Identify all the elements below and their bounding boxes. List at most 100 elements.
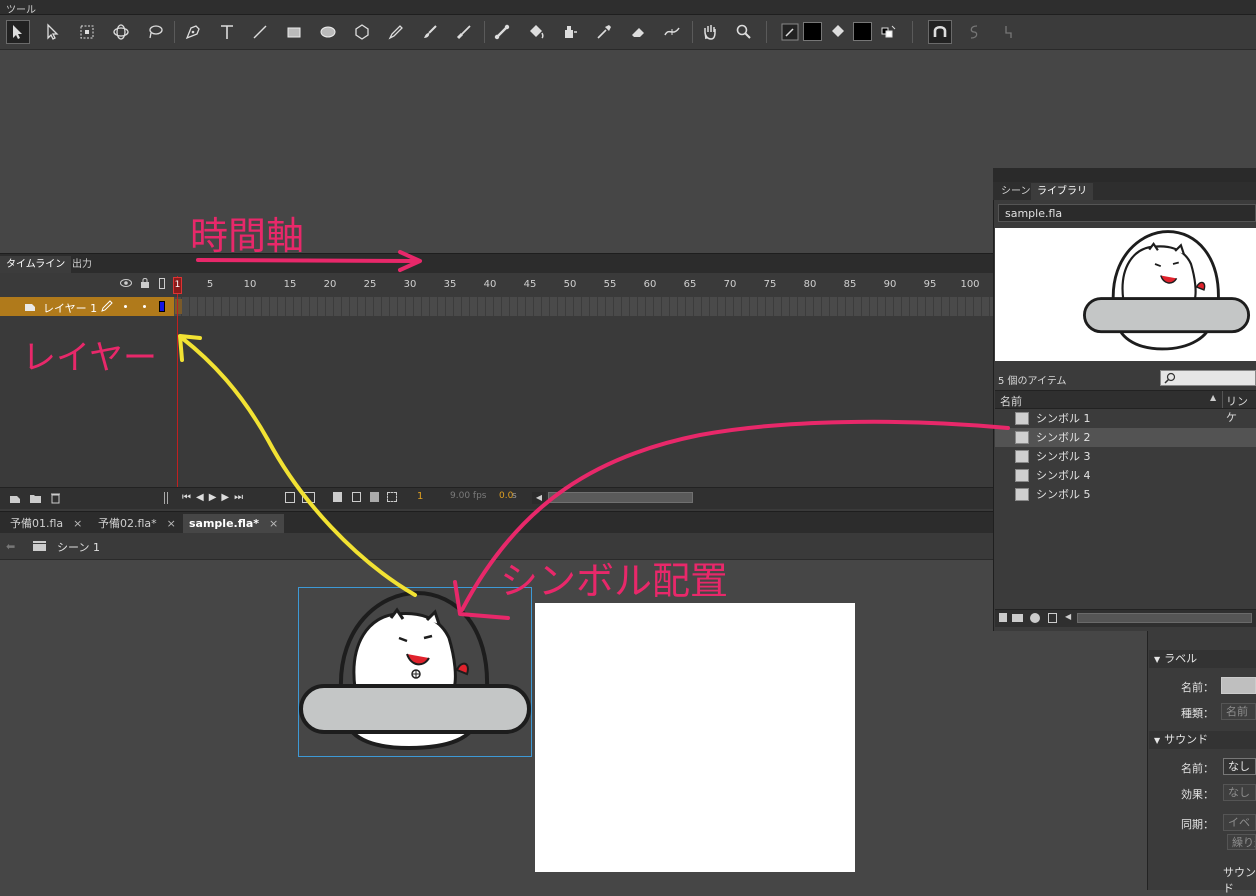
ruler-tick-label: 40 — [483, 279, 497, 290]
playhead[interactable]: 1 — [173, 277, 182, 294]
current-frame[interactable]: 1 — [417, 491, 423, 502]
properties-icon[interactable] — [1030, 613, 1040, 623]
straighten-icon[interactable] — [996, 20, 1020, 44]
sound-section-header[interactable]: ▼ サウンド — [1149, 731, 1256, 749]
doc-tab-label: 予備01.fla — [10, 517, 64, 530]
doc-tab-yobi02[interactable]: 予備02.fla* × — [92, 514, 182, 533]
playback-controls[interactable]: ⏮◀▶▶⏭ — [182, 492, 248, 503]
scroll-left-icon[interactable]: ◀ — [532, 492, 546, 504]
layer-outline-color[interactable] — [159, 301, 165, 312]
line-tool-icon[interactable] — [248, 20, 272, 44]
fill-color-icon[interactable] — [826, 20, 850, 44]
rectangle-tool-icon[interactable] — [282, 20, 306, 44]
doc-tab-sample[interactable]: sample.fla* × — [183, 514, 285, 533]
stage-canvas[interactable] — [535, 603, 855, 872]
new-symbol-icon[interactable] — [999, 613, 1007, 622]
scroll-left-icon[interactable]: ◀ — [1065, 612, 1071, 621]
text-tool-icon[interactable] — [215, 20, 239, 44]
pen-tool-icon[interactable] — [181, 20, 205, 44]
frames-row[interactable] — [174, 297, 993, 316]
library-file-select[interactable]: sample.fla — [998, 204, 1256, 222]
library-search-input[interactable] — [1160, 370, 1256, 386]
list-item[interactable]: シンボル 5 — [995, 485, 1256, 504]
tab-timeline[interactable]: タイムライン — [0, 256, 72, 273]
sound-name-select[interactable]: なし — [1223, 758, 1256, 775]
ruler-tick-label: 45 — [523, 279, 537, 290]
list-item[interactable]: シンボル 3 — [995, 447, 1256, 466]
modify-onion-markers-icon[interactable] — [387, 492, 397, 502]
polystar-tool-icon[interactable] — [350, 20, 374, 44]
onion-skin-icon[interactable] — [333, 492, 342, 502]
close-icon[interactable]: × — [269, 517, 278, 530]
swap-colors-icon[interactable] — [876, 20, 900, 44]
new-layer-icon[interactable] — [9, 493, 21, 507]
scene-label[interactable]: シーン 1 — [57, 539, 100, 555]
new-folder-icon[interactable] — [29, 493, 42, 507]
ink-bottle-tool-icon[interactable] — [558, 20, 582, 44]
free-transform-tool-icon[interactable] — [75, 20, 99, 44]
toolbar — [0, 15, 1256, 50]
layer-visible-dot[interactable] — [124, 305, 127, 308]
close-icon[interactable]: × — [73, 517, 82, 530]
edit-multiple-frames-icon[interactable] — [370, 492, 379, 502]
eraser-tool-icon[interactable] — [626, 20, 650, 44]
brush-tool-icon[interactable] — [418, 20, 442, 44]
sort-ascending-icon[interactable]: ▲ — [1210, 393, 1216, 402]
loop-icon[interactable] — [302, 492, 315, 503]
stroke-color-icon[interactable] — [778, 20, 802, 44]
paint-bucket-tool-icon[interactable] — [524, 20, 548, 44]
lasso-tool-icon[interactable] — [143, 20, 167, 44]
layer-row[interactable]: レイヤー 1 — [0, 297, 174, 316]
label-name-input[interactable] — [1221, 677, 1256, 694]
library-scrollbar[interactable] — [1077, 613, 1252, 623]
new-folder-icon[interactable] — [1012, 614, 1023, 622]
layer-name[interactable]: レイヤー 1 — [43, 300, 97, 316]
label-section-header[interactable]: ▼ ラベル — [1149, 650, 1256, 668]
list-item[interactable]: シンボル 4 — [995, 466, 1256, 485]
sound-effect-select[interactable]: なし — [1223, 784, 1256, 801]
smooth-icon[interactable] — [962, 20, 986, 44]
sound-sync-select[interactable]: イベ — [1223, 814, 1256, 831]
close-icon[interactable]: × — [167, 517, 176, 530]
timeline-scrollbar-thumb[interactable] — [548, 492, 693, 503]
selection-tool-icon[interactable] — [6, 20, 30, 44]
doc-tab-label: sample.fla* — [189, 517, 260, 530]
tab-library[interactable]: ライブラリ — [1031, 183, 1093, 200]
delete-icon[interactable] — [1048, 613, 1057, 623]
snap-to-objects-icon[interactable] — [928, 20, 952, 44]
oval-tool-icon[interactable] — [316, 20, 340, 44]
tab-output[interactable]: 出力 — [66, 256, 98, 273]
frame-rate[interactable]: 9.00 fps — [450, 491, 486, 501]
eyedropper-tool-icon[interactable] — [592, 20, 616, 44]
ruler-tick-label: 5 — [206, 279, 214, 290]
column-name[interactable]: 名前 — [1000, 393, 1022, 409]
hand-tool-icon[interactable] — [698, 20, 722, 44]
lock-icon[interactable] — [140, 277, 150, 292]
outline-icon[interactable] — [159, 278, 165, 292]
sound-repeat-select[interactable]: 繰り返 — [1227, 834, 1256, 850]
list-item[interactable]: シンボル 2 — [995, 428, 1256, 447]
doc-tab-yobi01[interactable]: 予備01.fla × — [4, 514, 88, 533]
deco-brush-tool-icon[interactable] — [452, 20, 476, 44]
fill-color-swatch[interactable] — [853, 22, 872, 41]
layer-lock-dot[interactable] — [143, 305, 146, 308]
stroke-color-swatch[interactable] — [803, 22, 822, 41]
delete-layer-icon[interactable] — [50, 492, 61, 507]
library-footer: ◀ — [995, 609, 1256, 627]
eye-icon[interactable] — [120, 278, 132, 291]
center-frame-icon[interactable] — [285, 492, 295, 503]
onion-skin-outline-icon[interactable] — [352, 492, 361, 502]
library-panel-titlebar[interactable] — [993, 168, 1256, 182]
pencil-tool-icon[interactable] — [384, 20, 408, 44]
selected-symbol-instance[interactable] — [298, 587, 532, 757]
zoom-tool-icon[interactable] — [732, 20, 756, 44]
subselection-tool-icon[interactable] — [40, 20, 64, 44]
list-item[interactable]: シンボル 1 — [995, 409, 1256, 428]
label-type-select[interactable]: 名前 — [1221, 703, 1256, 720]
3d-rotation-tool-icon[interactable] — [109, 20, 133, 44]
width-tool-icon[interactable] — [660, 20, 684, 44]
timeline-ruler[interactable]: 1510152025303540455055606570758085909510… — [174, 276, 993, 298]
back-arrow-icon[interactable]: ⬅ — [6, 540, 15, 553]
bone-tool-icon[interactable] — [490, 20, 514, 44]
panel-divider-grip[interactable] — [164, 492, 168, 504]
